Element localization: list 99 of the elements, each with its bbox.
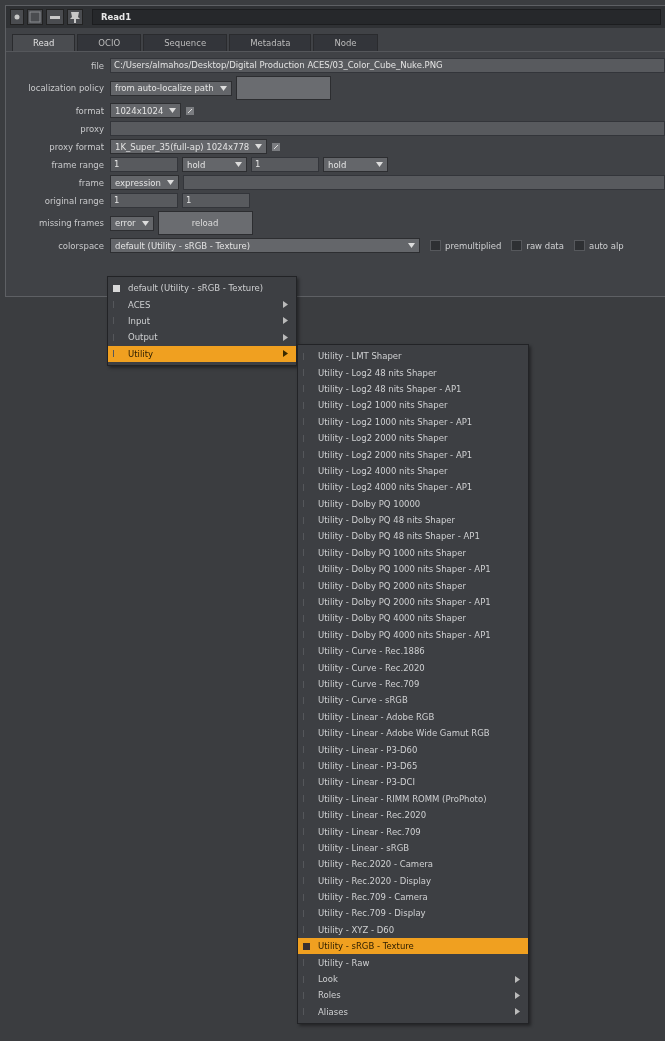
- checkbox-label: premultiplied: [445, 240, 502, 251]
- menu-item[interactable]: Utility - Curve - Rec.2020: [298, 659, 528, 676]
- menu-item[interactable]: Utility - Rec.709 - Display: [298, 905, 528, 922]
- checkbox-label: raw data: [526, 240, 564, 251]
- menu-item[interactable]: Input: [108, 312, 296, 330]
- menu-item[interactable]: Utility: [108, 345, 296, 362]
- menu-item[interactable]: Utility - Curve - Rec.1886: [298, 643, 528, 660]
- menu-item[interactable]: Roles: [298, 987, 528, 1004]
- caret-icon: [376, 162, 383, 167]
- menu-item[interactable]: Utility - Linear - P3-D65: [298, 757, 528, 775]
- menu-item[interactable]: Utility - Dolby PQ 10000: [298, 495, 528, 512]
- menu-item[interactable]: Utility - Linear - P3-D60: [298, 741, 528, 758]
- input-field[interactable]: [110, 121, 665, 136]
- checkbox[interactable]: [573, 240, 585, 251]
- menu-item[interactable]: Utility - Dolby PQ 2000 nits Shaper: [298, 577, 528, 594]
- menu-item[interactable]: Utility - Linear - Adobe Wide Gamut RGB: [298, 725, 528, 742]
- menu-item[interactable]: Utility - Dolby PQ 4000 nits Shaper - AP1: [298, 626, 528, 644]
- checkbox[interactable]: [511, 240, 523, 251]
- reload-button[interactable]: reload: [157, 211, 253, 235]
- menu-item[interactable]: Look: [298, 970, 528, 988]
- knob-label: frame range: [50, 159, 105, 170]
- menu-item[interactable]: Utility - sRGB - Texture: [298, 938, 528, 955]
- knob-label: original range: [43, 195, 105, 206]
- dropdown[interactable]: default (Utility - sRGB - Texture): [110, 238, 420, 253]
- input-field[interactable]: 1: [251, 157, 319, 172]
- menu-item[interactable]: Utility - Rec.709 - Camera: [298, 888, 528, 906]
- menu-item[interactable]: Utility - Log2 2000 nits Shaper - AP1: [298, 446, 528, 463]
- knob-label: proxy: [79, 123, 105, 134]
- menu-item[interactable]: Utility - Raw: [298, 954, 528, 971]
- knob-label: file: [90, 60, 105, 71]
- caret-icon: [219, 85, 227, 91]
- menu-item[interactable]: Utility - Linear - P3-DCI: [298, 774, 528, 791]
- caret-icon: [408, 243, 415, 248]
- caret-icon: [169, 108, 177, 113]
- menu-item[interactable]: ACES: [108, 296, 296, 313]
- submenu-arrow-icon: [515, 1008, 520, 1016]
- knob-label: missing frames: [38, 218, 105, 228]
- menu-item[interactable]: Utility - Dolby PQ 48 nits Shaper - AP1: [298, 528, 528, 545]
- menu-item[interactable]: Utility - LMT Shaper: [298, 348, 528, 365]
- button[interactable]: [235, 76, 331, 100]
- tab[interactable]: OCIO: [77, 34, 142, 51]
- knob-label: proxy format: [48, 141, 105, 152]
- dropdown[interactable]: hold: [323, 157, 388, 172]
- menu-item[interactable]: Utility - Rec.2020 - Display: [298, 872, 528, 889]
- minus-icon[interactable]: [46, 9, 64, 25]
- menu-item[interactable]: Utility - Dolby PQ 1000 nits Shaper - AP1: [298, 561, 528, 578]
- tab[interactable]: Node: [313, 34, 378, 51]
- knob-label: format: [74, 105, 105, 116]
- input-field[interactable]: 1: [182, 193, 250, 208]
- caret-icon: [255, 144, 263, 149]
- menu-item[interactable]: Utility - Log2 1000 nits Shaper - AP1: [298, 413, 528, 430]
- input-field[interactable]: 1: [110, 157, 178, 172]
- menu-item[interactable]: Utility - XYZ - D60: [298, 921, 528, 939]
- menu-item[interactable]: default (Utility - sRGB - Texture): [108, 280, 296, 297]
- menu-item[interactable]: Utility - Dolby PQ 4000 nits Shaper: [298, 610, 528, 627]
- menu-item[interactable]: Utility - Log2 4000 nits Shaper - AP1: [298, 479, 528, 496]
- caret-icon: [235, 162, 242, 167]
- knob-label: frame: [77, 177, 105, 188]
- menu-item[interactable]: Utility - Linear - sRGB: [298, 839, 528, 857]
- tab[interactable]: Read: [12, 34, 76, 51]
- menu-item[interactable]: Utility - Log2 4000 nits Shaper: [298, 462, 528, 480]
- menu-item[interactable]: Utility - Log2 48 nits Shaper: [298, 364, 528, 381]
- menu-item[interactable]: Utility - Dolby PQ 1000 nits Shaper: [298, 544, 528, 562]
- menu-item[interactable]: Utility - Linear - RIMM ROMM (ProPhoto): [298, 790, 528, 807]
- node-name-field[interactable]: Read1: [92, 9, 661, 25]
- edit-icon[interactable]: [271, 141, 282, 152]
- tab[interactable]: Metadata: [229, 34, 312, 51]
- input-field[interactable]: 1: [110, 193, 178, 208]
- input-field[interactable]: [182, 175, 665, 190]
- pin-icon[interactable]: [67, 9, 83, 25]
- menu-item[interactable]: Utility - Dolby PQ 2000 nits Shaper - AP1: [298, 593, 528, 611]
- menu-item[interactable]: Output: [108, 329, 296, 346]
- knob-label: colorspace: [57, 240, 105, 251]
- menu-item[interactable]: Utility - Log2 48 nits Shaper - AP1: [298, 380, 528, 398]
- caret-icon: [141, 220, 149, 226]
- submenu-arrow-icon: [283, 350, 288, 358]
- menu-item[interactable]: Utility - Rec.2020 - Camera: [298, 856, 528, 873]
- dropdown[interactable]: hold: [182, 157, 247, 172]
- menu-item[interactable]: Aliases: [298, 1003, 528, 1020]
- checkbox-label: auto alp: [588, 240, 624, 251]
- tab[interactable]: Sequence: [143, 34, 228, 51]
- dropdown[interactable]: 1024x1024: [110, 103, 182, 118]
- menu-item[interactable]: Utility - Linear - Rec.2020: [298, 806, 528, 824]
- checkbox[interactable]: [430, 240, 441, 251]
- menu-item[interactable]: Utility - Log2 2000 nits Shaper: [298, 429, 528, 447]
- menu-item[interactable]: Utility - Dolby PQ 48 nits Shaper: [298, 511, 528, 529]
- menu-item[interactable]: Utility - Curve - sRGB: [298, 692, 528, 709]
- dropdown[interactable]: error: [110, 215, 154, 231]
- caret-icon: [166, 180, 174, 185]
- menu-item[interactable]: Utility - Linear - Rec.709: [298, 823, 528, 840]
- dropdown[interactable]: 1K_Super_35(full-ap) 1024x778: [110, 139, 268, 154]
- dropdown[interactable]: from auto-localize path: [110, 80, 232, 96]
- menu-item[interactable]: Utility - Curve - Rec.709: [298, 675, 528, 693]
- menu-item[interactable]: Utility - Linear - Adobe RGB: [298, 708, 528, 725]
- menu-item[interactable]: Utility - Log2 1000 nits Shaper: [298, 397, 528, 414]
- knob-label: localization policy: [27, 83, 105, 93]
- input-field[interactable]: C:/Users/almahos/Desktop/Digital Production ACES/03_Color_Cube_Nuke.PNG: [110, 58, 665, 73]
- dropdown[interactable]: expression: [110, 175, 179, 190]
- edit-icon[interactable]: [185, 105, 196, 116]
